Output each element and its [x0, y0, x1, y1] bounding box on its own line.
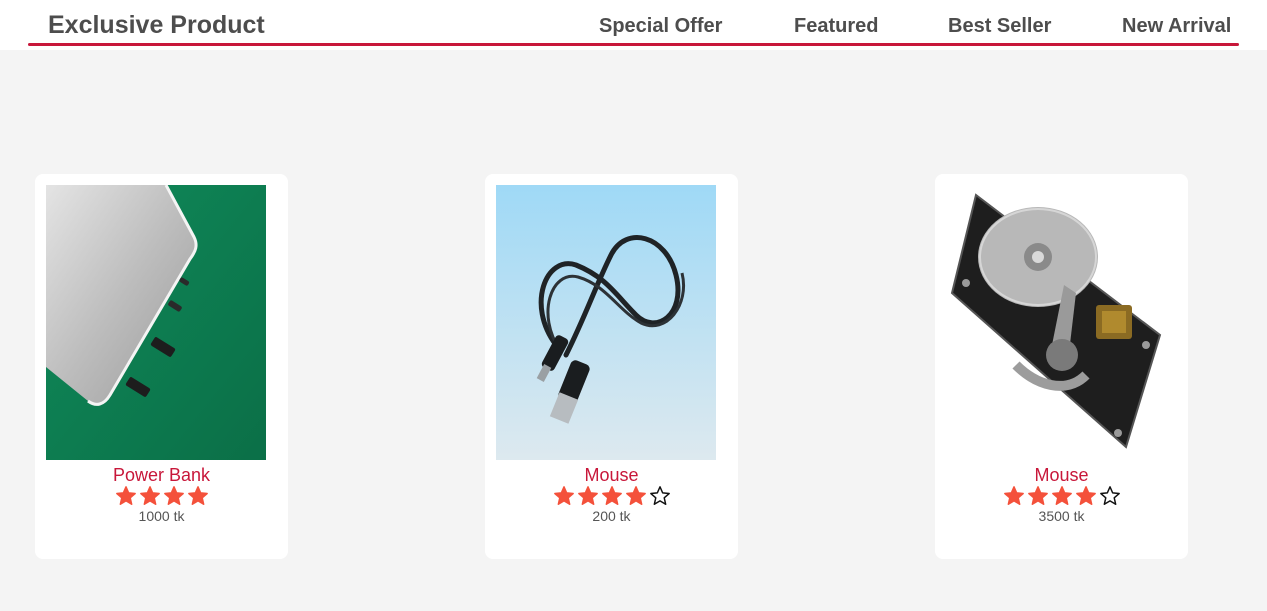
top-bar: Exclusive Product Special Offer Featured…	[0, 0, 1267, 50]
product-price: 3500 tk	[1038, 508, 1085, 524]
hard-drive-image[interactable]	[946, 185, 1166, 460]
star-filled-icon	[115, 485, 137, 507]
brand-title: Exclusive Product	[48, 11, 265, 39]
star-filled-icon	[1027, 485, 1049, 507]
product-card[interactable]: Mouse 200 tk	[485, 174, 738, 559]
product-name[interactable]: Mouse	[485, 465, 738, 486]
star-filled-icon	[625, 485, 647, 507]
product-price: 1000 tk	[138, 508, 185, 524]
product-card[interactable]: Mouse 3500 tk	[935, 174, 1188, 559]
star-filled-icon	[553, 485, 575, 507]
nav-new-arrival[interactable]: New Arrival	[1122, 15, 1231, 38]
product-name[interactable]: Power Bank	[35, 465, 288, 486]
power-bank-image[interactable]	[46, 185, 266, 460]
star-filled-icon	[1075, 485, 1097, 507]
star-filled-icon	[1003, 485, 1025, 507]
star-filled-icon	[601, 485, 623, 507]
product-card[interactable]: Power Bank 1000 tk	[35, 174, 288, 559]
star-filled-icon	[1051, 485, 1073, 507]
nav-best-seller[interactable]: Best Seller	[948, 15, 1051, 38]
product-price: 200 tk	[592, 508, 631, 524]
nav-underline	[28, 43, 1239, 46]
rating-stars	[935, 485, 1188, 507]
nav-special-offer[interactable]: Special Offer	[599, 15, 722, 38]
rating-stars	[485, 485, 738, 507]
product-name[interactable]: Mouse	[935, 465, 1188, 486]
star-empty-icon	[649, 485, 671, 507]
star-filled-icon	[577, 485, 599, 507]
star-filled-icon	[139, 485, 161, 507]
star-filled-icon	[187, 485, 209, 507]
star-empty-icon	[1099, 485, 1121, 507]
star-filled-icon	[163, 485, 185, 507]
nav-featured[interactable]: Featured	[794, 15, 878, 38]
rating-stars	[35, 485, 288, 507]
usb-cable-image[interactable]	[496, 185, 716, 460]
